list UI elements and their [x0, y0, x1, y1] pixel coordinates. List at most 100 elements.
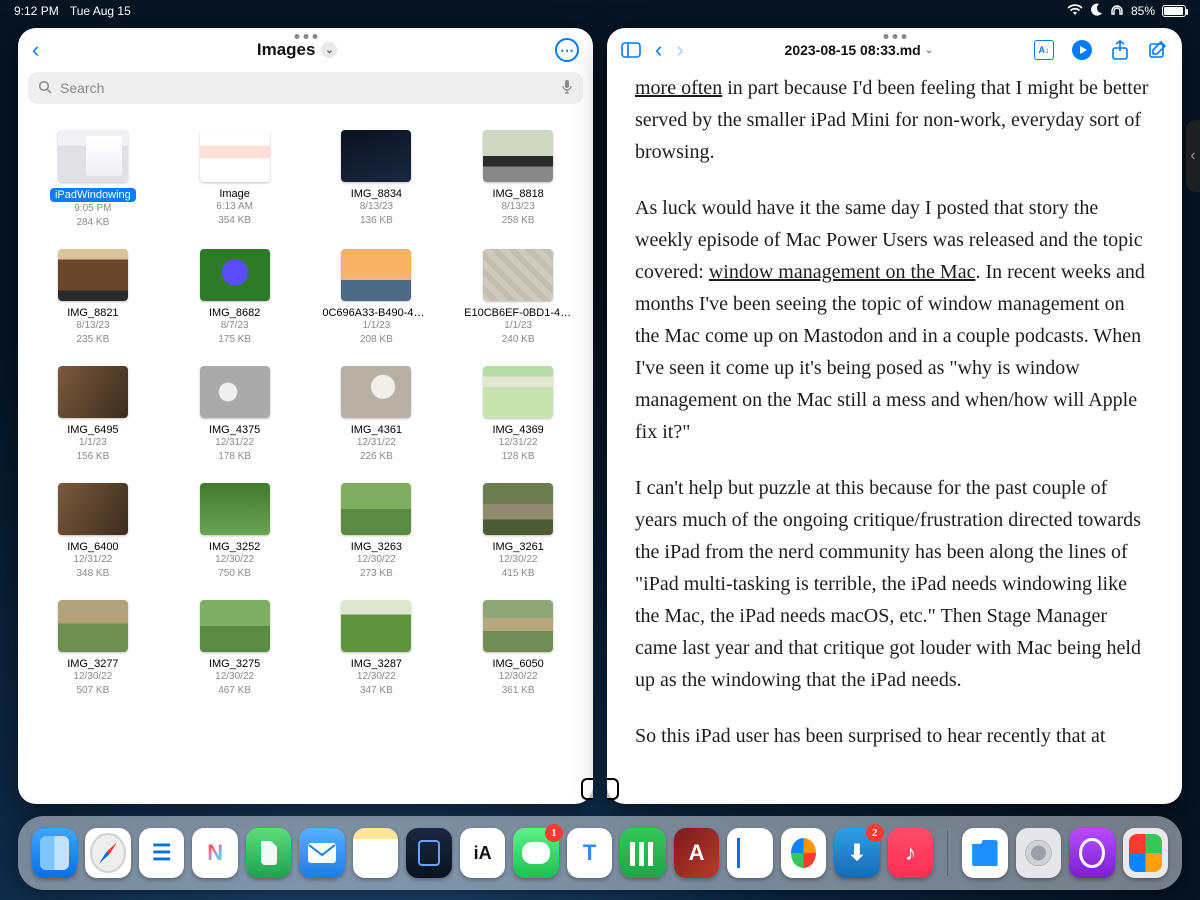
share-icon[interactable] [1110, 40, 1130, 60]
file-thumbnail [483, 600, 553, 652]
dock-app-shortcuts[interactable] [1123, 828, 1168, 878]
dock-app-news[interactable] [192, 828, 237, 878]
file-size: 240 KB [502, 333, 535, 347]
file-thumbnail [341, 366, 411, 418]
dock-app-goodnotes[interactable] [727, 828, 772, 878]
preview-play-button[interactable] [1072, 40, 1092, 60]
file-thumbnail [200, 366, 270, 418]
file-thumbnail [58, 366, 128, 418]
dock-app-messages[interactable]: 1 [513, 828, 558, 878]
folder-title-label: Images [257, 40, 316, 60]
file-item[interactable]: IMG_88348/13/23136 KB [306, 124, 448, 243]
link-window-mgmt[interactable]: window management on the Mac [709, 261, 976, 283]
multitask-dots[interactable] [294, 34, 317, 39]
file-size: 273 KB [360, 567, 393, 581]
dock-separator [947, 830, 948, 876]
badge: 1 [545, 824, 563, 842]
search-input[interactable]: Search [28, 72, 583, 104]
nav-forward-button[interactable]: › [676, 37, 683, 63]
search-placeholder: Search [60, 80, 104, 96]
file-item[interactable]: IMG_326112/30/22415 KB [447, 477, 589, 594]
file-item[interactable]: IMG_640012/31/22348 KB [22, 477, 164, 594]
dock-app-iawriter[interactable]: iA [460, 828, 505, 878]
more-options-button[interactable]: ⋯ [555, 38, 579, 62]
file-item[interactable]: IMG_436912/31/22128 KB [447, 360, 589, 477]
file-grid[interactable]: iPadWindowing9:05 PM284 KBImage6:13 AM35… [18, 110, 593, 804]
dock-app-label: iA [474, 843, 492, 864]
body-text: . In recent weeks and months I've been s… [635, 261, 1145, 443]
dock-app-things[interactable]: T [567, 828, 612, 878]
file-size: 750 KB [218, 567, 251, 581]
file-date: 8/13/23 [360, 200, 393, 214]
file-item[interactable]: IMG_327512/30/22467 KB [164, 594, 306, 711]
dock-app-files[interactable] [962, 828, 1007, 878]
file-item[interactable]: IMG_88218/13/23235 KB [22, 243, 164, 360]
file-date: 12/31/22 [357, 436, 396, 450]
file-item[interactable]: IMG_328712/30/22347 KB [306, 594, 448, 711]
file-size: 415 KB [502, 567, 535, 581]
file-thumbnail [58, 600, 128, 652]
format-badge-icon[interactable]: A↓ [1034, 40, 1054, 60]
file-date: 12/31/22 [215, 436, 254, 450]
file-name: IMG_8821 [67, 307, 118, 319]
file-date: 6:13 AM [216, 200, 253, 214]
nav-back-button[interactable]: ‹ [655, 37, 662, 63]
dock-app-podcasts[interactable] [1069, 828, 1114, 878]
document-body[interactable]: more often in part because I'd been feel… [607, 72, 1182, 804]
split-view-handle[interactable] [581, 778, 619, 800]
multitask-dots[interactable] [883, 34, 906, 39]
file-thumbnail [200, 249, 270, 301]
file-thumbnail [341, 249, 411, 301]
file-item[interactable]: IMG_437512/31/22178 KB [164, 360, 306, 477]
file-item[interactable]: IMG_64951/1/23156 KB [22, 360, 164, 477]
file-name: IMG_4361 [351, 424, 402, 436]
file-item[interactable]: IMG_436112/31/22226 KB [306, 360, 448, 477]
file-date: 12/30/22 [357, 670, 396, 684]
slide-over-handle[interactable]: ‹ [1186, 120, 1200, 192]
file-size: 156 KB [76, 450, 109, 464]
back-button[interactable]: ‹ [32, 37, 39, 63]
file-thumbnail [483, 366, 553, 418]
file-date: 1/1/23 [362, 319, 390, 333]
dock-app-reeder[interactable] [139, 828, 184, 878]
dock-app-finder[interactable] [32, 828, 77, 878]
file-item[interactable]: IMG_325212/30/22750 KB [164, 477, 306, 594]
dictate-icon[interactable] [561, 79, 573, 98]
file-date: 1/1/23 [504, 319, 532, 333]
dock-app-mail[interactable] [299, 828, 344, 878]
file-size: 258 KB [502, 214, 535, 228]
file-size: 175 KB [218, 333, 251, 347]
folder-title[interactable]: Images ⌄ [257, 40, 338, 60]
file-item[interactable]: iPadWindowing9:05 PM284 KB [22, 124, 164, 243]
dock-app-settings[interactable] [1016, 828, 1061, 878]
dock-app-safari[interactable] [85, 828, 130, 878]
compose-icon[interactable] [1148, 40, 1168, 60]
sidebar-toggle-icon[interactable] [621, 40, 641, 60]
dock-app-evernote[interactable] [246, 828, 291, 878]
dock-app-music[interactable] [888, 828, 933, 878]
file-item[interactable]: E10CB6EF-0BD1-4613-897…F621D221/1/23240 … [447, 243, 589, 360]
dock-app-numbers[interactable] [620, 828, 665, 878]
dock: iA 1 T 2 [18, 816, 1182, 890]
file-item[interactable]: IMG_327712/30/22507 KB [22, 594, 164, 711]
document-title-label: 2023-08-15 08:33.md [785, 42, 921, 58]
file-item[interactable]: IMG_326312/30/22273 KB [306, 477, 448, 594]
dock-app-notes[interactable] [353, 828, 398, 878]
file-item[interactable]: 0C696A33-B490-48…80F750F1/1/23208 KB [306, 243, 448, 360]
document-title[interactable]: 2023-08-15 08:33.md ⌄ [698, 42, 1020, 58]
dock-app-screens[interactable] [406, 828, 451, 878]
dock-app-affinity[interactable] [674, 828, 719, 878]
status-right: 85% [1067, 3, 1186, 19]
file-item[interactable]: IMG_605012/30/22361 KB [447, 594, 589, 711]
dock-app-reminders[interactable] [781, 828, 826, 878]
body-text: I can't help but puzzle at this because … [635, 472, 1154, 696]
file-item[interactable]: IMG_88188/13/23258 KB [447, 124, 589, 243]
file-size: 507 KB [76, 684, 109, 698]
file-item[interactable]: IMG_86828/7/23175 KB [164, 243, 306, 360]
file-name: IMG_6050 [492, 658, 543, 670]
file-size: 128 KB [502, 450, 535, 464]
link-more-often[interactable]: more often [635, 77, 722, 99]
file-item[interactable]: Image6:13 AM354 KB [164, 124, 306, 243]
dock-app-downloads[interactable]: 2 [834, 828, 879, 878]
file-name: IMG_3252 [209, 541, 260, 553]
